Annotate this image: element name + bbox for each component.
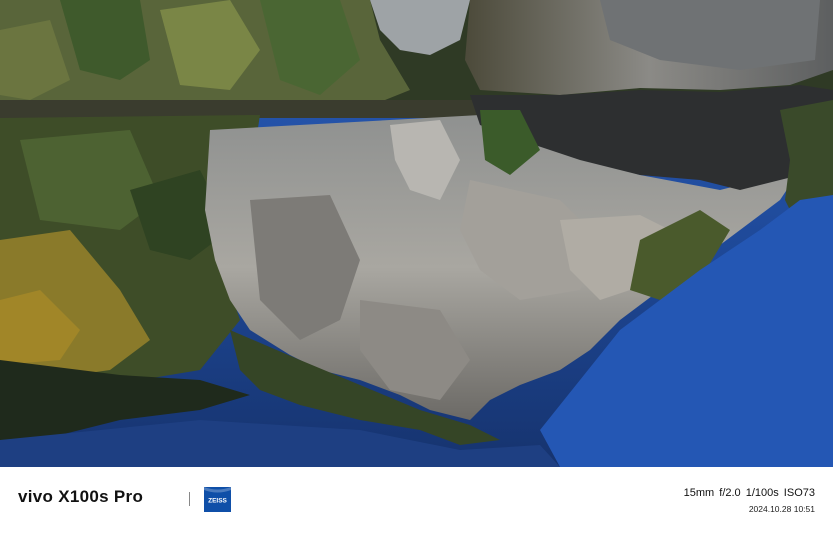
device-model-label: vivo X100s Pro [18, 487, 144, 506]
camera-watermark-bar: vivo X100s Pro ZEISS 15mm f/2.0 1/100s I… [0, 467, 833, 535]
zeiss-logo-icon: ZEISS [204, 487, 231, 512]
landscape-photo [0, 0, 833, 467]
svg-text:ZEISS: ZEISS [208, 498, 227, 505]
capture-datetime-label: 2024.10.28 10:51 [748, 504, 815, 514]
watermark-separator [189, 492, 190, 506]
exif-params-label: 15mm f/2.0 1/100s ISO73 [683, 487, 815, 499]
lake-reflection-image [0, 0, 833, 467]
photo-frame: vivo X100s Pro ZEISS 15mm f/2.0 1/100s I… [0, 0, 833, 535]
